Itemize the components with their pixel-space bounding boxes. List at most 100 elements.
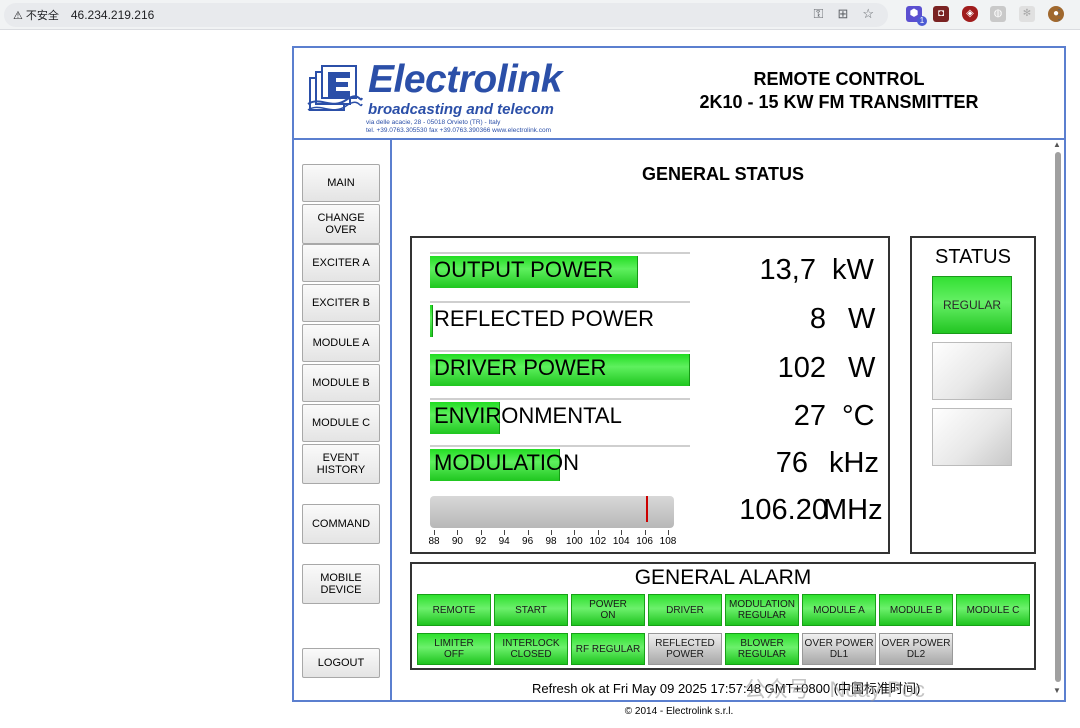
alarm-module-a: MODULE A [802,594,876,626]
brand-name: Electrolink [368,58,562,101]
frequency-tick-mark [480,530,482,535]
electrolink-logo: Electrolink broadcasting and telecom via… [306,56,646,134]
address-bar[interactable]: ⚠ 不安全 46.234.219.216 ⚿ ⊞ ☆ [4,3,888,27]
page-header: Electrolink broadcasting and telecom via… [294,48,1064,140]
not-secure-indicator[interactable]: ⚠ 不安全 [13,7,59,23]
output-power-value: 13,7 [759,254,816,286]
frequency-tick-mark [668,530,669,535]
frequency-tick-mark [621,530,623,535]
page-title: REMOTE CONTROL 2K10 - 15 KW FM TRANSMITT… [664,68,1014,114]
environmental-meter: ENVIRONMENTAL [430,398,690,434]
modulation-meter: MODULATION [430,445,690,481]
frequency-tick-label: 92 [475,536,487,547]
alarm-remote: REMOTE [417,594,491,626]
frequency-tick-label: 90 [451,536,463,547]
extension-snowflake-icon[interactable]: ✻ [1019,6,1035,22]
ublock-shield-icon[interactable]: ◈ [962,6,978,22]
modulation-label: MODULATION [434,450,580,475]
nav-module-a-button[interactable]: MODULE A [302,324,380,362]
nav-main-button[interactable]: MAIN [302,164,380,202]
nav-change-over-label: CHANGE OVER [317,212,365,236]
company-address: via delle acacie, 28 - 05018 Orvieto (TR… [366,119,501,126]
scroll-up-arrow-icon[interactable]: ▲ [1053,140,1061,149]
environmental-value: 27 [793,400,826,432]
frequency-tick-mark [644,530,646,535]
frequency-tick-label: 104 [612,536,630,547]
output-power-unit: kW [832,254,874,286]
general-alarm-panel: GENERAL ALARM REMOTE START POWER ON DRIV… [410,562,1036,670]
nav-module-c-button[interactable]: MODULE C [302,404,380,442]
key-icon[interactable]: ⚿ [814,6,824,22]
electrolink-logo-mark-icon [307,65,363,111]
environmental-label: ENVIRONMENTAL [434,403,622,428]
environmental-unit: °C [842,400,875,432]
nav-exciter-a-button[interactable]: EXCITER A [302,244,380,282]
output-power-label: OUTPUT POWER [434,257,614,282]
alarm-module-c: MODULE C [956,594,1030,626]
logout-button[interactable]: LOGOUT [302,648,380,678]
nav-event-history-label: EVENT HISTORY [316,452,366,476]
output-power-meter: OUTPUT POWER [430,252,690,288]
nav-module-b-button[interactable]: MODULE B [302,364,380,402]
alarm-start: START [494,594,568,626]
frequency-tick-label: 94 [498,536,510,547]
extension-o-icon[interactable]: ◘ [933,6,949,22]
alarm-over-power-dl1: OVER POWER DL1 [802,633,876,665]
frequency-tick-mark [597,530,599,535]
company-contacts: tel. +39.0763.305530 fax +39.0763.390366… [366,127,552,134]
alarm-interlock-closed: INTERLOCK CLOSED [494,633,568,665]
brand-tagline: broadcasting and telecom [368,101,554,118]
extension-globe-icon[interactable]: ◍ [990,6,1006,22]
measurements-panel: OUTPUT POWER 13,7 kW REFLECTED POWER 8 W… [410,236,890,554]
driver-power-value: 102 [777,352,826,384]
frequency-tick-mark [434,530,435,535]
content-scrollbar[interactable]: ▲ ▼ [1052,138,1064,700]
frequency-tick-label: 98 [545,536,557,547]
nav-event-history-button[interactable]: EVENT HISTORY [302,444,380,484]
not-secure-label: 不安全 [25,10,59,22]
nav-command-button[interactable]: COMMAND [302,504,380,544]
status-title: STATUS [935,246,1011,268]
modulation-unit: kHz [829,447,879,479]
reflected-power-unit: W [848,303,876,335]
watermark: 公众号 · Nday Poc [744,677,925,702]
sidebar-nav: MAIN CHANGE OVER EXCITER A EXCITER B MOD… [294,138,392,700]
browser-menu-icon[interactable]: ⋮ [1052,6,1066,23]
frequency-tick-label: 108 [659,536,677,547]
alarm-reflected-power: REFLECTED POWER [648,633,722,665]
general-status-title: GENERAL STATUS [641,164,804,184]
frequency-tick-label: 88 [428,536,440,547]
frequency-value: 106.20 [739,494,828,526]
alarm-driver: DRIVER [648,594,722,626]
frequency-tick-mark [504,530,506,535]
status-indicator-regular: REGULAR [932,276,1012,334]
reflected-power-meter: REFLECTED POWER [430,301,690,337]
nav-mobile-device-button[interactable]: MOBILE DEVICE [302,564,380,604]
frequency-tick-label: 102 [589,536,607,547]
alarm-limiter-off-label: LIMITER OFF [434,638,474,660]
status-indicator-3 [932,408,1012,466]
frequency-tick-mark [457,530,459,535]
reflected-power-value: 8 [809,303,826,335]
frequency-tick-label: 100 [566,536,583,547]
extension-hexagon-icon[interactable]: ⬢ 1 [906,6,927,26]
page-footer: © 2014 - Electrolink s.r.l. [624,706,734,717]
nav-change-over-button[interactable]: CHANGE OVER [302,204,380,244]
translate-icon[interactable]: ⊞ [837,6,848,22]
alarm-rf-regular: RF REGULAR [571,633,645,665]
url-text[interactable]: 46.234.219.216 [71,8,154,22]
alarm-modulation-regular: MODULATION REGULAR [725,594,799,626]
nav-exciter-b-button[interactable]: EXCITER B [302,284,380,322]
driver-power-unit: W [848,352,876,384]
bookmark-star-icon[interactable]: ☆ [862,6,874,22]
reflected-power-label: REFLECTED POWER [434,306,655,331]
frequency-scale [430,496,674,528]
alarm-over-power-dl2: OVER POWER DL2 [879,633,953,665]
warning-icon: ⚠ [13,9,23,22]
driver-power-label: DRIVER POWER [434,355,607,380]
scroll-thumb[interactable] [1055,152,1061,682]
general-alarm-title: GENERAL ALARM [634,566,812,589]
modulation-value: 76 [775,447,808,479]
alarm-limiter-off: LIMITER OFF [417,633,491,665]
scroll-down-arrow-icon[interactable]: ▼ [1053,686,1061,695]
